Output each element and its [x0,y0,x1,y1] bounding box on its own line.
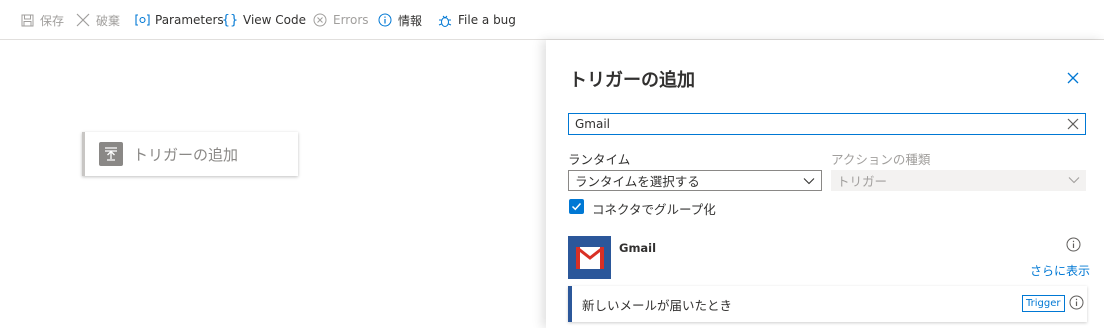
save-icon [19,12,35,28]
info-icon [1069,295,1084,310]
close-icon [1067,118,1079,130]
view-code-button[interactable]: {} View Code [222,0,306,40]
chevron-down-icon [803,175,815,190]
info-icon [1066,237,1081,252]
errors-label: Errors [333,13,369,27]
info-label: 情報 [398,13,423,28]
error-circle-icon [312,12,328,28]
save-button[interactable]: 保存 [19,0,64,40]
file-bug-button[interactable]: File a bug [437,0,516,40]
action-type-select-value: トリガー [837,174,888,189]
connector-name: Gmail [619,241,657,255]
trigger-label: 新しいメールが届いたとき [582,297,733,313]
info-button[interactable]: 情報 [377,0,422,40]
see-more-link[interactable]: さらに表示 [1030,262,1090,279]
add-trigger-panel: トリガーの追加 ランタイム アクションの種類 ランタイムを選択する トリガー コ… [546,40,1104,328]
checkmark-icon [571,202,582,211]
group-by-connector-checkbox[interactable] [569,199,584,214]
discard-button[interactable]: 破棄 [75,0,120,40]
code-braces-icon: {} [221,12,239,28]
add-trigger-node[interactable]: トリガーの追加 [82,132,298,176]
discard-label: 破棄 [96,13,121,28]
connector-info-button[interactable] [1066,237,1081,252]
gmail-logo-icon [568,236,611,279]
close-icon [1067,72,1079,84]
clear-search-button[interactable] [1064,115,1082,133]
chevron-down-icon [1068,174,1080,189]
bug-icon [437,12,453,28]
errors-button[interactable]: Errors [312,0,369,40]
action-type-select[interactable]: トリガー [831,170,1086,191]
parameters-icon [134,12,150,28]
runtime-label: ランタイム [568,152,631,167]
toolbar: 保存 破棄 Parameters {} View Code Errors 情報 … [0,0,1104,40]
node-label: トリガーの追加 [133,145,239,164]
action-type-label: アクションの種類 [831,152,931,167]
save-label: 保存 [40,13,65,28]
search-input[interactable] [568,113,1086,135]
info-icon [377,12,393,28]
group-by-connector-label: コネクタでグループ化 [592,202,716,217]
trigger-list-item[interactable]: 新しいメールが届いたとき Trigger [568,286,1087,322]
runtime-select[interactable]: ランタイムを選択する [568,170,822,191]
runtime-select-value: ランタイムを選択する [575,174,700,189]
trigger-icon [99,142,123,166]
parameters-button[interactable]: Parameters [134,0,224,40]
panel-title: トリガーの追加 [569,70,695,91]
close-panel-button[interactable] [1063,68,1083,88]
file-bug-label: File a bug [458,13,516,27]
trigger-badge: Trigger [1022,295,1065,312]
close-icon [75,12,91,28]
view-code-label: View Code [243,13,307,27]
trigger-info-button[interactable] [1069,295,1084,310]
parameters-label: Parameters [155,13,224,27]
